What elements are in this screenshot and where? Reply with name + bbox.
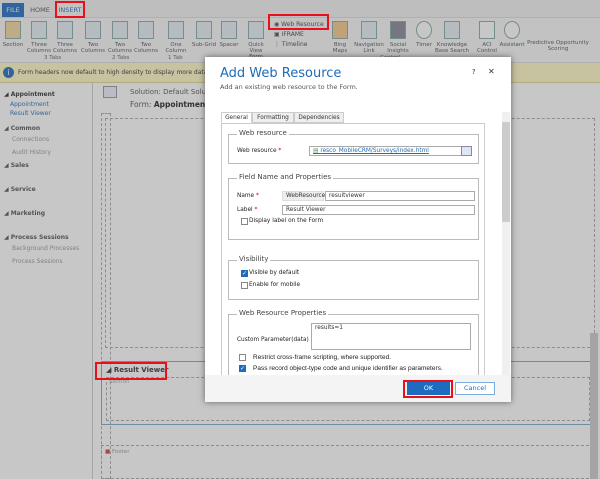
dialog-title: Add Web Resource	[220, 66, 341, 81]
label: Label	[237, 207, 253, 213]
scroll-thumb[interactable]	[502, 122, 510, 222]
tab-general[interactable]: General	[221, 112, 252, 123]
value: resco_MobileCRM/Surveys/index.html	[320, 148, 429, 154]
mobile-text: Enable for mobile	[249, 282, 300, 288]
dialog-content: General Formatting Dependencies Web reso…	[221, 112, 486, 375]
help-button[interactable]: ?	[472, 68, 476, 76]
enable-mobile-checkbox[interactable]	[241, 282, 248, 289]
visible-text: Visible by default	[249, 270, 299, 276]
lookup-icon[interactable]	[461, 146, 472, 156]
legend: Web resource	[237, 129, 289, 137]
general-panel: Web resource Web resource * ▤ resco_Mobi…	[221, 123, 485, 375]
dialog-scrollbar[interactable]	[502, 112, 510, 375]
name-prefix: WebResource_	[282, 191, 324, 201]
label: Name	[237, 193, 254, 199]
add-web-resource-dialog: Add Web Resource Add an existing web res…	[205, 57, 511, 402]
name-input[interactable]: resultviewer	[325, 191, 475, 201]
legend: Web Resource Properties	[237, 309, 328, 317]
pass-record-checkbox[interactable]: ✓	[239, 365, 246, 372]
field-name-fieldset: Field Name and Properties Name * WebReso…	[228, 178, 479, 240]
display-label-checkbox[interactable]	[241, 218, 248, 225]
visible-by-default-checkbox[interactable]: ✓	[241, 270, 248, 277]
legend: Field Name and Properties	[237, 173, 333, 181]
web-resource-label: Web resource *	[237, 148, 281, 154]
highlight-insert	[55, 1, 85, 18]
file-icon: ▤	[313, 148, 318, 154]
label-label: Label *	[237, 207, 257, 213]
visibility-fieldset: Visibility ✓ Visible by default Enable f…	[228, 260, 479, 300]
highlight-ok	[403, 380, 453, 398]
restrict-checkbox[interactable]	[239, 354, 246, 361]
highlight-result-viewer	[95, 362, 167, 380]
custom-parameter-label: Custom Parameter(data)	[237, 337, 309, 343]
legend: Visibility	[237, 255, 270, 263]
pass-record-text: Pass record object-type code and unique …	[253, 365, 443, 372]
web-resource-properties-fieldset: Web Resource Properties Custom Parameter…	[228, 314, 479, 375]
label-input[interactable]: Result Viewer	[282, 205, 475, 215]
tab-dependencies[interactable]: Dependencies	[294, 112, 344, 123]
tab-formatting[interactable]: Formatting	[252, 112, 294, 123]
dialog-subtitle: Add an existing web resource to the Form…	[220, 83, 358, 91]
dialog-footer: OK Cancel	[205, 375, 511, 402]
highlight-web-resource	[268, 14, 329, 30]
close-button[interactable]: ✕	[488, 67, 495, 76]
cancel-button[interactable]: Cancel	[455, 382, 495, 395]
restrict-text: Restrict cross-frame scripting, where su…	[253, 354, 391, 361]
web-resource-lookup[interactable]: ▤ resco_MobileCRM/Surveys/index.html	[309, 146, 472, 156]
display-label-text: Display label on the Form	[249, 218, 323, 224]
web-resource-fieldset: Web resource Web resource * ▤ resco_Mobi…	[228, 134, 479, 164]
label: Web resource	[237, 148, 277, 154]
custom-parameter-input[interactable]: results=1	[311, 323, 471, 350]
name-label: Name *	[237, 193, 259, 199]
